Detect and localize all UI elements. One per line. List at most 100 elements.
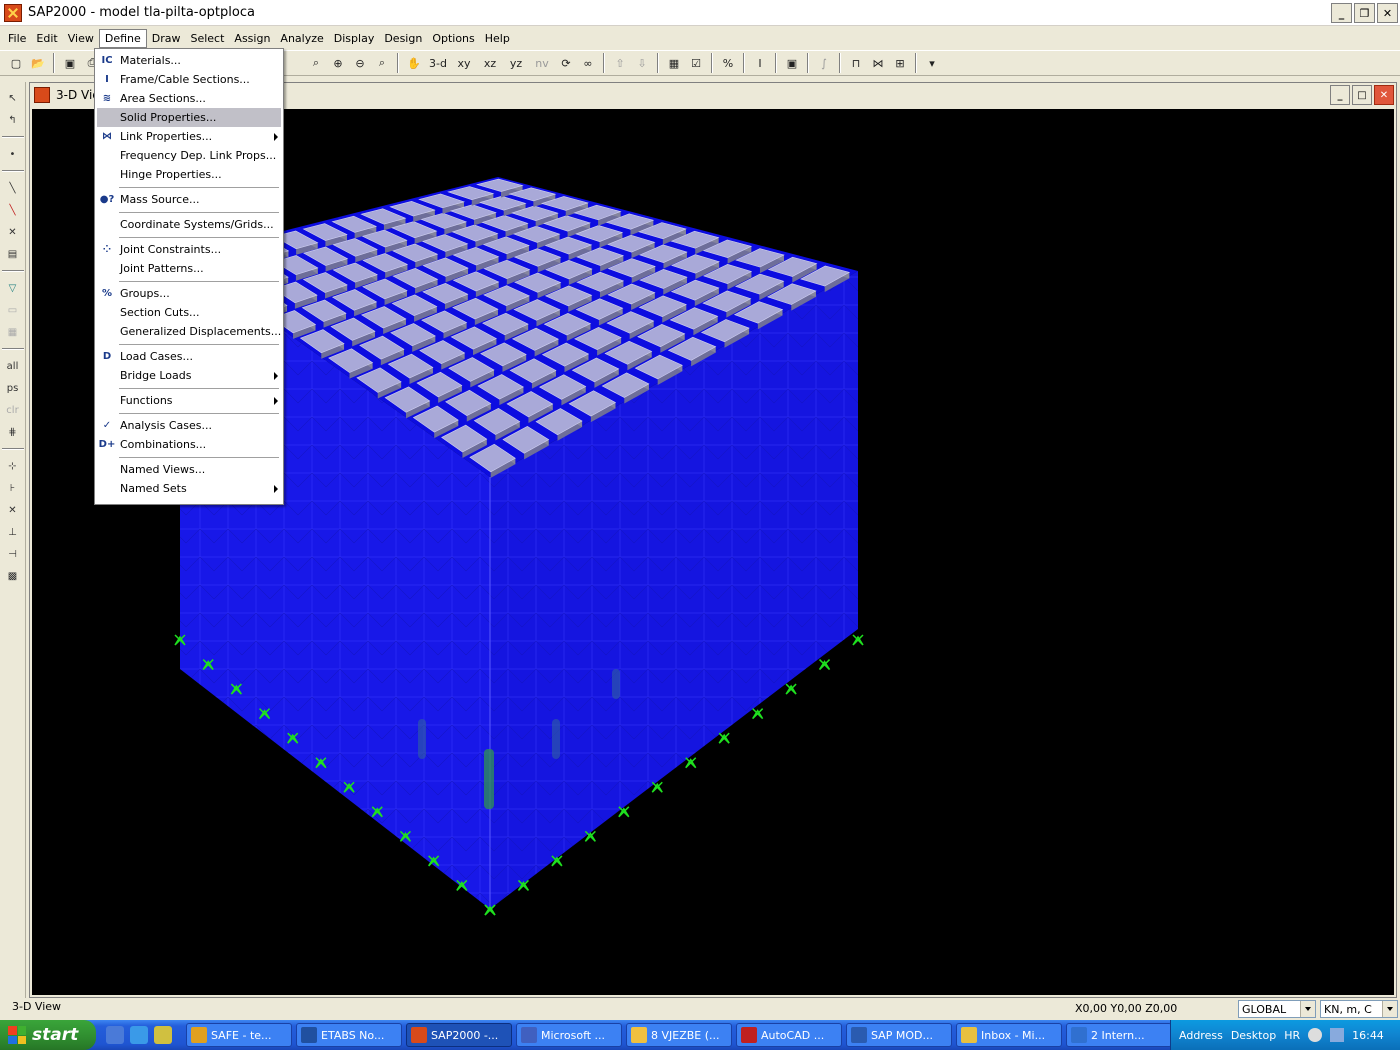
menu-assign[interactable]: Assign [229, 30, 275, 47]
view-nv-button[interactable]: nv [530, 53, 554, 73]
restore-button[interactable]: ❐ [1354, 3, 1375, 23]
pan-icon[interactable]: ✋ [404, 53, 424, 73]
define-menu-item[interactable]: ✓ Analysis Cases... [95, 416, 283, 435]
move-down-icon[interactable]: ⇩ [632, 53, 652, 73]
draw-joint-icon[interactable]: • [3, 144, 23, 164]
define-menu-item[interactable]: Named Views... [95, 460, 283, 479]
define-menu-item[interactable]: Joint Patterns... [95, 259, 283, 278]
grid-icon[interactable]: ⊞ [890, 53, 910, 73]
address-toolbar-label[interactable]: Address [1179, 1029, 1223, 1042]
snap-lines-icon[interactable]: ⊣ [3, 544, 23, 564]
language-indicator[interactable]: HR [1284, 1029, 1300, 1042]
view-yz-button[interactable]: yz [504, 53, 528, 73]
start-button[interactable]: start [0, 1020, 96, 1050]
users-icon[interactable] [1330, 1028, 1345, 1042]
snap-to-ends-icon[interactable]: ⊦ [3, 478, 23, 498]
move-up-icon[interactable]: ⇧ [610, 53, 630, 73]
draw-frame-icon[interactable]: ╲ [3, 178, 23, 198]
snap-to-points-icon[interactable]: ⊹ [3, 456, 23, 476]
zoom-in-icon[interactable]: ⊕ [328, 53, 348, 73]
taskbar-button[interactable]: SAFE - te... [186, 1023, 292, 1047]
define-menu-item[interactable]: % Groups... [95, 284, 283, 303]
truss-icon[interactable]: ⋈ [868, 53, 888, 73]
view-close-button[interactable]: ✕ [1374, 85, 1394, 105]
desktop-toolbar-label[interactable]: Desktop [1231, 1029, 1276, 1042]
menu-options[interactable]: Options [427, 30, 479, 47]
define-menu-item[interactable]: Coordinate Systems/Grids... [95, 215, 283, 234]
quick-draw-frame-icon[interactable]: ▤ [3, 244, 23, 264]
menu-draw[interactable]: Draw [147, 30, 186, 47]
taskbar-button[interactable]: 2 Intern... [1066, 1023, 1172, 1047]
internet-explorer-icon[interactable] [130, 1026, 148, 1044]
quick-draw-brace-icon[interactable]: ✕ [3, 222, 23, 242]
taskbar-button[interactable]: Inbox - Mi... [956, 1023, 1062, 1047]
outlook-icon[interactable] [154, 1026, 172, 1044]
snap-fine-grid-icon[interactable]: ▩ [3, 566, 23, 586]
intersecting-line-select-icon[interactable]: ⋕ [3, 422, 23, 442]
define-menu-item[interactable]: D Load Cases... [95, 347, 283, 366]
define-menu-item[interactable]: Generalized Displacements... [95, 322, 283, 341]
rotate-icon[interactable]: ⟳ [556, 53, 576, 73]
reshape-icon[interactable]: ↰ [3, 110, 23, 130]
menu-file[interactable]: File [3, 30, 31, 47]
view-maximize-button[interactable]: □ [1352, 85, 1372, 105]
zoom-previous-icon[interactable]: ⌕ [372, 53, 392, 73]
set-display-options-icon[interactable]: ▦ [664, 53, 684, 73]
show-forces-icon[interactable]: ▣ [782, 53, 802, 73]
view-minimize-button[interactable]: _ [1330, 85, 1350, 105]
menu-edit[interactable]: Edit [31, 30, 62, 47]
menu-select[interactable]: Select [185, 30, 229, 47]
coord-system-select[interactable]: GLOBAL [1238, 1000, 1316, 1018]
percent-icon[interactable]: % [718, 53, 738, 73]
clear-selection-icon[interactable]: clr [3, 400, 23, 420]
taskbar-button[interactable]: SAP2000 -... [406, 1023, 512, 1047]
new-file-icon[interactable]: ▢ [6, 53, 26, 73]
menu-analyze[interactable]: Analyze [275, 30, 328, 47]
open-file-icon[interactable]: 📂 [28, 53, 48, 73]
view-xz-button[interactable]: xz [478, 53, 502, 73]
define-menu-item[interactable]: ●? Mass Source... [95, 190, 283, 209]
define-menu-item[interactable]: ⋈ Link Properties... [95, 127, 283, 146]
menu-help[interactable]: Help [480, 30, 515, 47]
taskbar-button[interactable]: Microsoft ... [516, 1023, 622, 1047]
view-xy-button[interactable]: xy [452, 53, 476, 73]
save-icon[interactable]: ▣ [60, 53, 80, 73]
define-menu-item[interactable]: ⁘ Joint Constraints... [95, 240, 283, 259]
taskbar-button[interactable]: SAP MOD... [846, 1023, 952, 1047]
zoom-window-icon[interactable]: ⌕ [306, 53, 326, 73]
frame-icon[interactable]: ⊓ [846, 53, 866, 73]
assign-to-group-icon[interactable]: ☑ [686, 53, 706, 73]
snap-intersections-icon[interactable]: ✕ [3, 500, 23, 520]
select-all-icon[interactable]: all [3, 356, 23, 376]
taskbar-button[interactable]: 8 VJEZBE (... [626, 1023, 732, 1047]
toolbar-overflow-icon[interactable]: ▾ [922, 53, 942, 73]
define-menu-item[interactable]: Section Cuts... [95, 303, 283, 322]
menu-view[interactable]: View [63, 30, 99, 47]
draw-rect-area-icon[interactable]: ▭ [3, 300, 23, 320]
define-menu-item[interactable]: Functions [95, 391, 283, 410]
define-menu-item[interactable]: Solid Properties... [97, 108, 281, 127]
define-menu-item[interactable]: Named Sets [95, 479, 283, 498]
deformed-shape-icon[interactable]: I [750, 53, 770, 73]
draw-cable-icon[interactable]: ╲ [3, 200, 23, 220]
taskbar-button[interactable]: ETABS No... [296, 1023, 402, 1047]
network-icon[interactable] [1308, 1028, 1323, 1042]
define-menu-item[interactable]: ≋ Area Sections... [95, 89, 283, 108]
taskbar-button[interactable]: AutoCAD ... [736, 1023, 842, 1047]
view-3d-button[interactable]: 3-d [426, 53, 450, 73]
define-menu-item[interactable]: Frequency Dep. Link Props... [95, 146, 283, 165]
define-menu-item[interactable]: I Frame/Cable Sections... [95, 70, 283, 89]
define-menu-item[interactable]: Hinge Properties... [95, 165, 283, 184]
minimize-button[interactable]: _ [1331, 3, 1352, 23]
quick-draw-area-icon[interactable]: ▦ [3, 322, 23, 342]
menu-define[interactable]: Define [98, 28, 147, 48]
show-desktop-icon[interactable] [106, 1026, 124, 1044]
pointer-icon[interactable]: ↖ [3, 88, 23, 108]
draw-poly-area-icon[interactable]: ▽ [3, 278, 23, 298]
menu-display[interactable]: Display [329, 30, 380, 47]
define-menu-item[interactable]: IC Materials... [95, 51, 283, 70]
snap-perpendicular-icon[interactable]: ⊥ [3, 522, 23, 542]
sap2000-app-icon[interactable] [4, 3, 22, 22]
zoom-out-icon[interactable]: ⊖ [350, 53, 370, 73]
menu-design[interactable]: Design [379, 30, 427, 47]
